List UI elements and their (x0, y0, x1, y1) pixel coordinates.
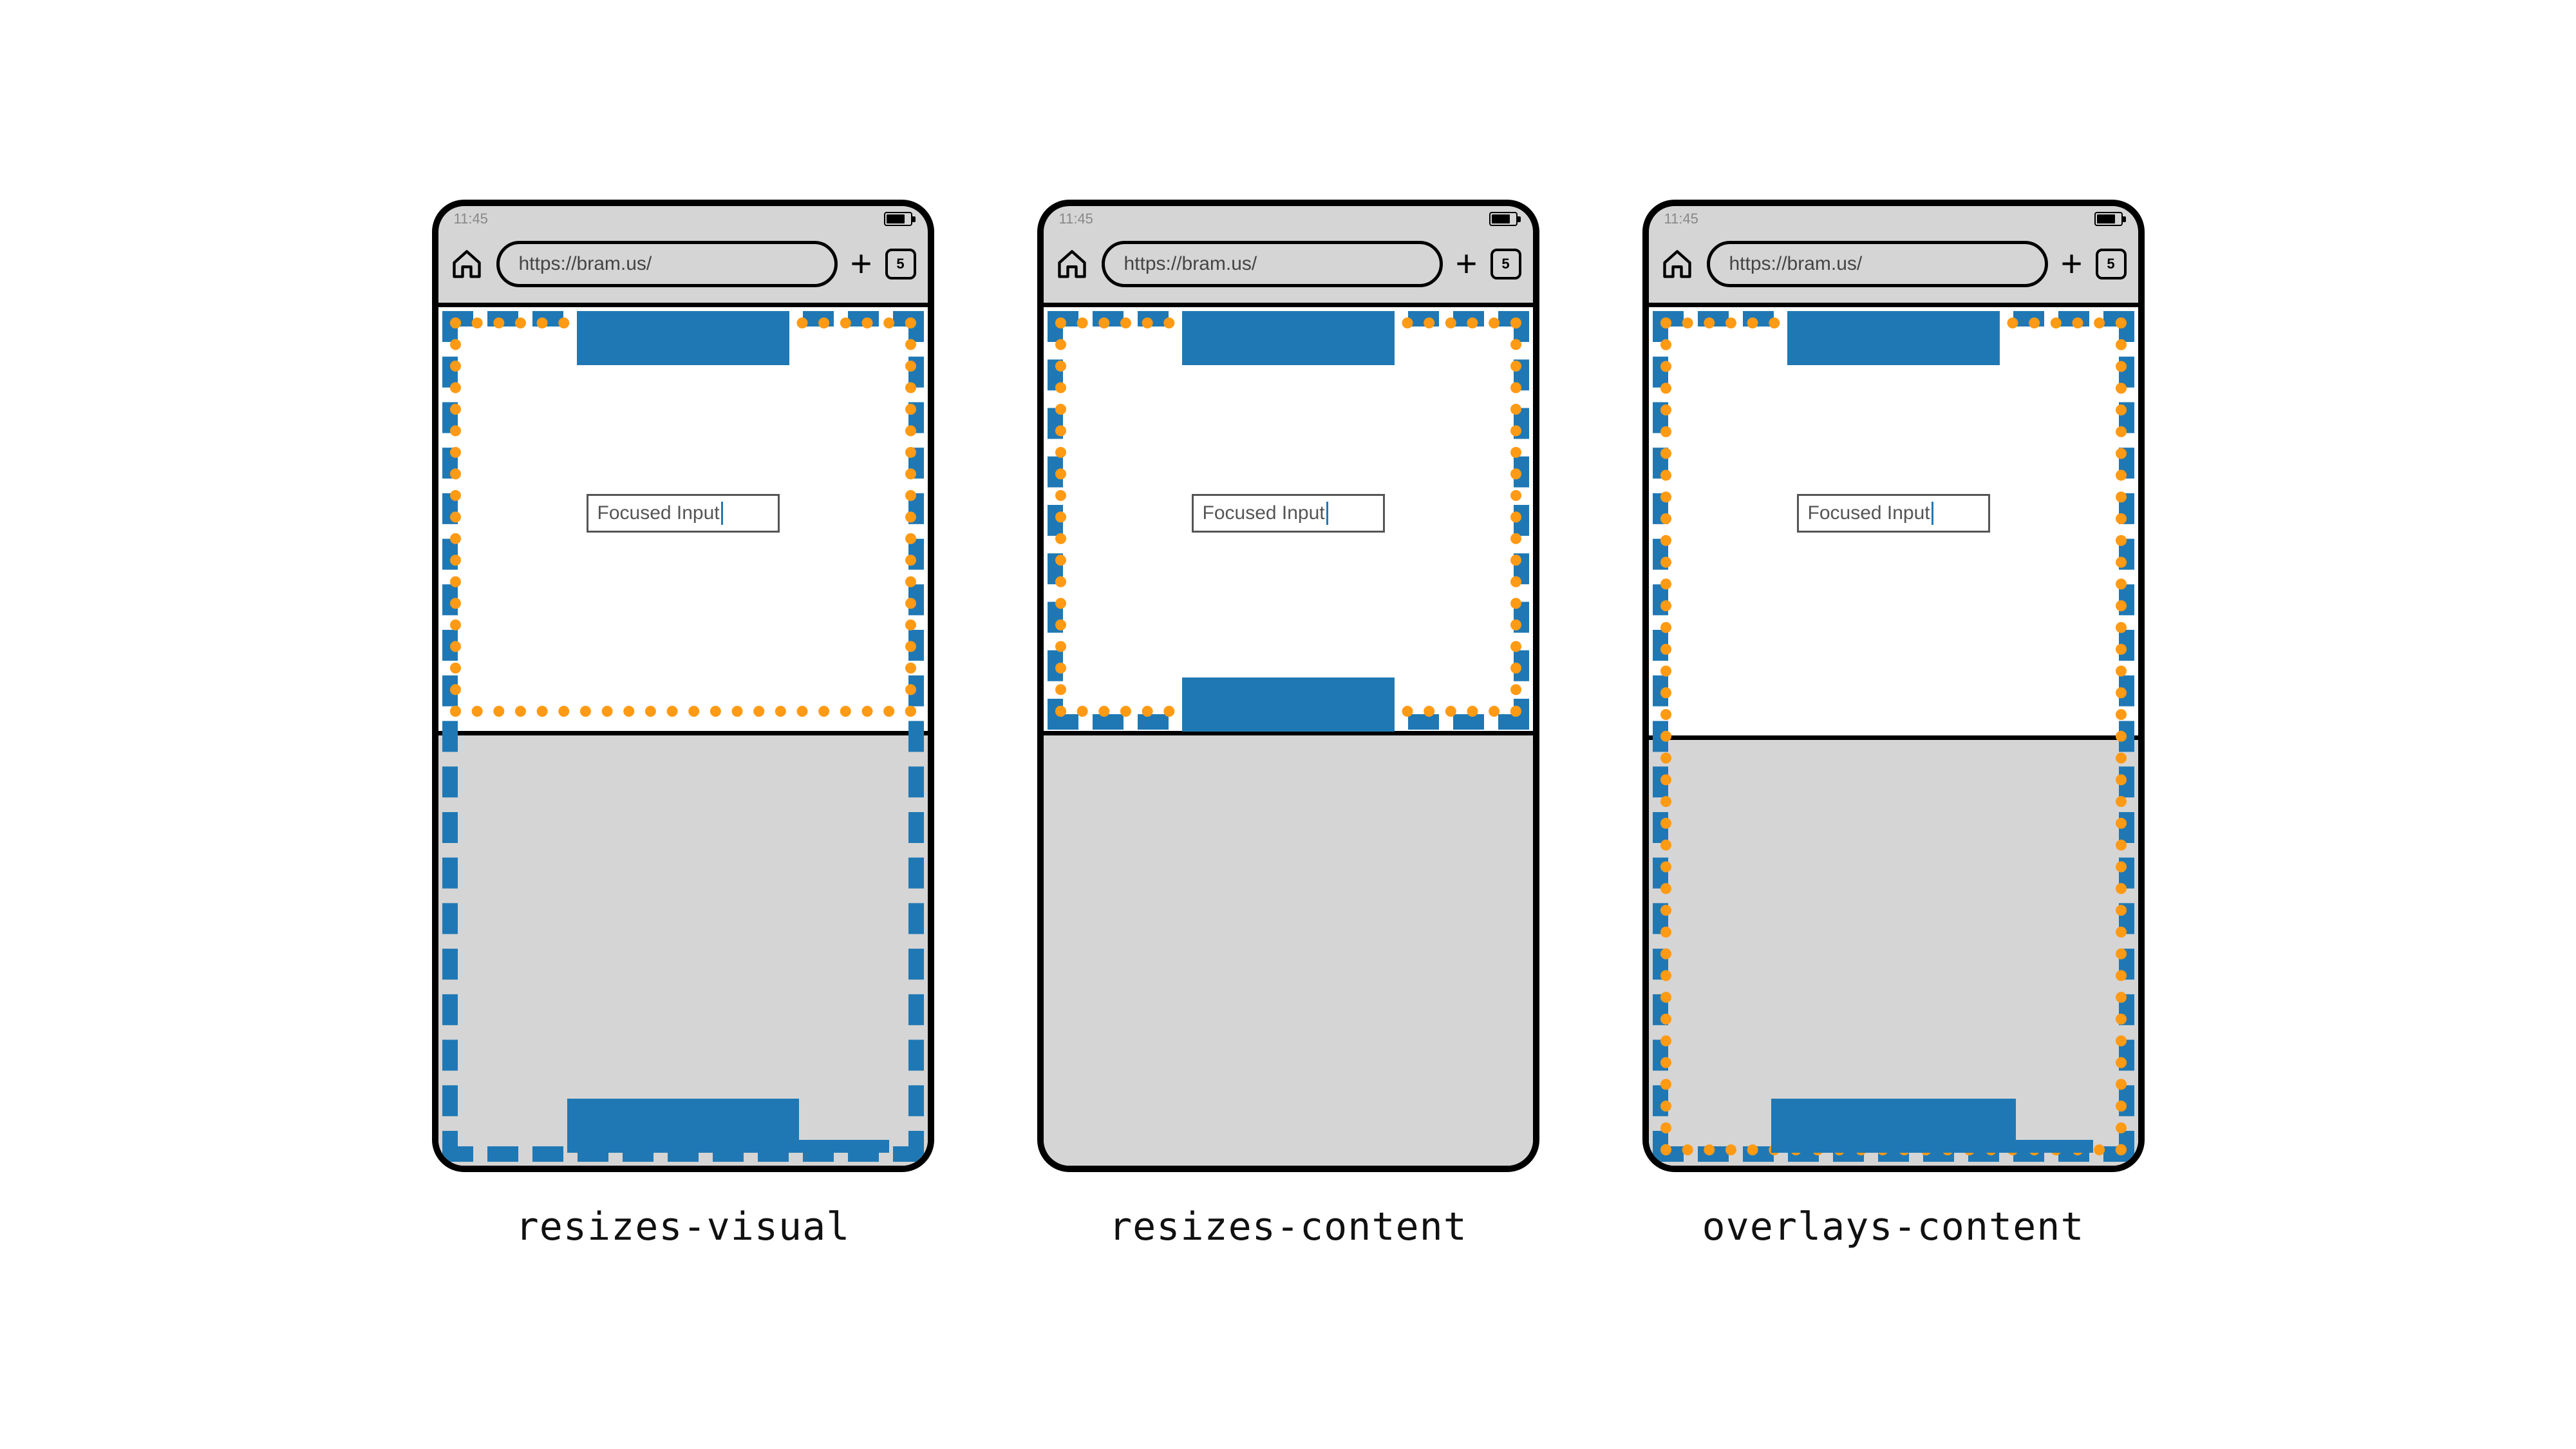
home-icon[interactable] (1660, 247, 1694, 281)
keyboard-divider (1649, 735, 2138, 740)
home-icon[interactable] (1055, 247, 1089, 281)
url-text: https://bram.us/ (1124, 253, 1257, 275)
phone-resizes-content: 11:45 https://bram.us/ + 5 (1037, 200, 1539, 1172)
status-bar: 11:45 (438, 206, 928, 232)
text-cursor (1932, 502, 1933, 525)
tab-count-button[interactable]: 5 (885, 249, 916, 279)
url-bar[interactable]: https://bram.us/ (496, 241, 838, 287)
url-text: https://bram.us/ (519, 253, 652, 275)
status-time: 11:45 (454, 211, 488, 227)
page-footer-bar (1182, 677, 1395, 732)
tab-count: 5 (1501, 256, 1509, 272)
column-overlays-content: 11:45 https://bram.us/ + 5 (1642, 200, 2145, 1249)
input-label: Focused Input (1808, 502, 1930, 524)
page-header-bar (1182, 311, 1395, 365)
page-header-bar (1787, 311, 2000, 365)
tab-count: 5 (2107, 256, 2114, 272)
url-bar[interactable]: https://bram.us/ (1707, 241, 2048, 287)
status-time: 11:45 (1059, 211, 1093, 227)
caption-resizes-content: resizes-content (1109, 1204, 1467, 1249)
focused-text-input[interactable]: Focused Input (587, 494, 780, 533)
page-footer-bar (567, 1099, 799, 1153)
caption-resizes-visual: resizes-visual (516, 1204, 851, 1249)
column-resizes-visual: 11:45 https://bram.us/ + 5 (432, 200, 934, 1249)
phone-resizes-visual: 11:45 https://bram.us/ + 5 (432, 200, 934, 1172)
phone-overlays-content: 11:45 https://bram.us/ + 5 (1642, 200, 2145, 1172)
home-icon[interactable] (450, 247, 484, 281)
status-time: 11:45 (1664, 211, 1698, 227)
page-header-bar (577, 311, 789, 365)
tab-count: 5 (896, 256, 904, 272)
battery-icon (1489, 212, 1518, 226)
screen-area: Focused Input (1649, 303, 2138, 1166)
diagram-stage: 11:45 https://bram.us/ + 5 (432, 200, 2145, 1249)
browser-toolbar: https://bram.us/ + 5 (438, 232, 928, 303)
screen-area: Focused Input (1044, 303, 1533, 1166)
focused-text-input[interactable]: Focused Input (1192, 494, 1385, 533)
new-tab-icon[interactable]: + (851, 245, 872, 283)
url-bar[interactable]: https://bram.us/ (1102, 241, 1443, 287)
battery-icon (884, 212, 912, 226)
battery-icon (2094, 212, 2123, 226)
virtual-keyboard (1044, 740, 1533, 1166)
tab-count-button[interactable]: 5 (1490, 249, 1521, 279)
screen-area: Focused Input (438, 303, 928, 1166)
column-resizes-content: 11:45 https://bram.us/ + 5 (1037, 200, 1539, 1249)
text-cursor (721, 502, 723, 525)
status-bar: 11:45 (1649, 206, 2138, 232)
caption-overlays-content: overlays-content (1702, 1204, 2085, 1249)
url-text: https://bram.us/ (1729, 253, 1863, 275)
status-bar: 11:45 (1044, 206, 1533, 232)
input-label: Focused Input (597, 502, 720, 524)
browser-toolbar: https://bram.us/ + 5 (1044, 232, 1533, 303)
new-tab-icon[interactable]: + (1456, 245, 1478, 283)
page-footer-bar (1771, 1099, 2016, 1153)
text-cursor (1326, 502, 1328, 525)
input-label: Focused Input (1203, 502, 1325, 524)
browser-toolbar: https://bram.us/ + 5 (1649, 232, 2138, 303)
new-tab-icon[interactable]: + (2061, 245, 2083, 283)
tab-count-button[interactable]: 5 (2096, 249, 2127, 279)
focused-text-input[interactable]: Focused Input (1797, 494, 1990, 533)
